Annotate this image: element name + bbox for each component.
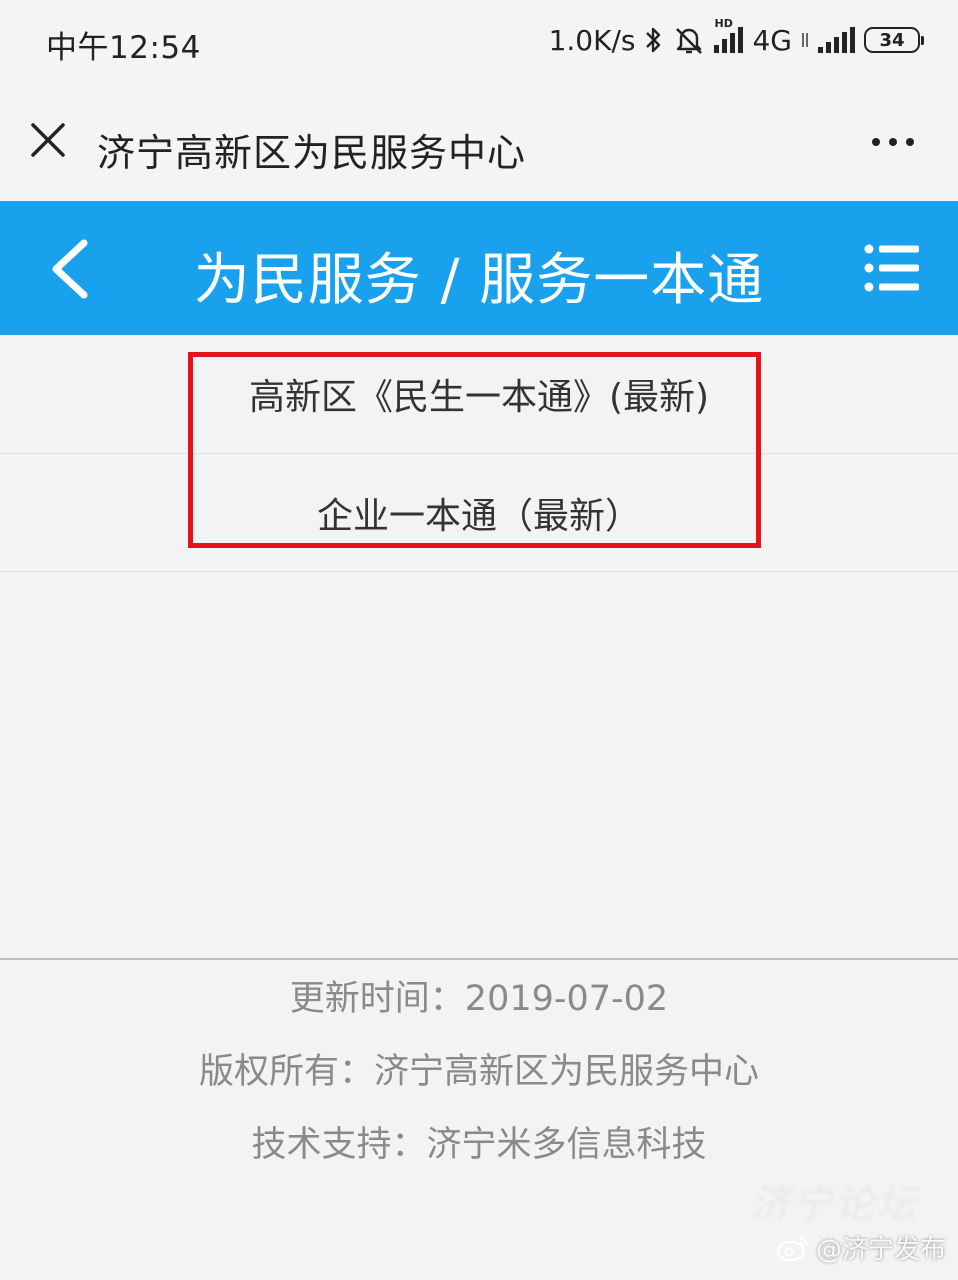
close-icon[interactable] <box>30 122 66 158</box>
footer-copyright: 版权所有：济宁高新区为民服务中心 <box>198 1052 759 1092</box>
list-menu-icon[interactable] <box>864 241 920 295</box>
weibo-handle: @济宁发布 <box>815 1235 946 1265</box>
wifi-data-icon <box>802 33 808 47</box>
list-item-minsheng[interactable]: 高新区《民生一本通》(最新) <box>0 335 958 454</box>
bluetooth-icon <box>646 27 661 53</box>
list-item-label: 企业一本通（最新） <box>316 495 641 537</box>
service-list: 高新区《民生一本通》(最新) 企业一本通（最新） <box>0 335 958 572</box>
signal-icon: HD <box>714 17 744 53</box>
status-icons: 1.0K/s HD 4G 34 <box>548 17 924 62</box>
forum-watermark: 济宁论坛 <box>750 1182 918 1228</box>
status-time: 中午12:54 <box>46 30 201 66</box>
status-bar: 中午12:54 1.0K/s HD 4G 34 <box>0 0 958 84</box>
webview-title-bar: 济宁高新区为民服务中心 <box>0 84 958 201</box>
footer: 更新时间：2019-07-02 版权所有：济宁高新区为民服务中心 技术支持：济宁… <box>0 960 958 1182</box>
mute-icon <box>676 28 703 54</box>
network-type: 4G <box>752 23 792 57</box>
net-speed: 1.0K/s <box>548 23 636 57</box>
list-item-label: 高新区《民生一本通》(最新) <box>248 377 710 418</box>
page-title: 为民服务 / 服务一本通 <box>193 248 765 313</box>
webview-title: 济宁高新区为民服务中心 <box>97 131 527 175</box>
more-options-icon[interactable] <box>872 138 914 146</box>
weibo-icon <box>776 1236 808 1261</box>
page-nav-bar: 为民服务 / 服务一本通 <box>0 201 958 335</box>
hd-label: HD <box>714 17 733 30</box>
battery-icon: 34 <box>864 27 924 53</box>
signal-icon-2 <box>818 27 855 53</box>
weibo-watermark: @济宁发布 <box>776 1229 946 1266</box>
list-item-qiye[interactable]: 企业一本通（最新） <box>0 454 958 572</box>
footer-update-time: 更新时间：2019-07-02 <box>289 979 669 1019</box>
